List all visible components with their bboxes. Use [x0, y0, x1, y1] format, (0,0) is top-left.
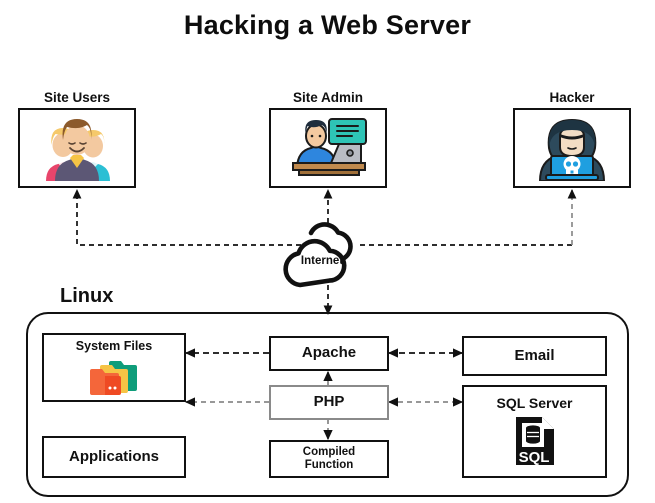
site-users-box[interactable]: [18, 108, 136, 188]
caption-hacker: Hacker: [549, 90, 595, 105]
sql-icon-text: SQL: [518, 449, 549, 466]
diagram-canvas: Hacking a Web Server Site Users Site Adm…: [0, 0, 655, 503]
node-apache-label: Apache: [301, 344, 357, 362]
node-compiled-function-label-line1: Compiled: [302, 446, 356, 459]
node-php-label: PHP: [313, 393, 345, 411]
hacker-box[interactable]: [513, 108, 631, 188]
node-sql-server[interactable]: SQL Server SQL: [462, 385, 607, 478]
internet-cloud[interactable]: Internet: [278, 228, 378, 286]
sql-database-file-icon: SQL: [515, 417, 554, 466]
admin-at-desk-icon: [292, 118, 367, 176]
linux-section-label: Linux: [60, 285, 114, 307]
hooded-hacker-icon: [538, 118, 606, 181]
node-sql-server-label: SQL Server: [496, 394, 573, 411]
node-system-files[interactable]: System Files: [42, 333, 186, 402]
folders-icon: [90, 360, 137, 395]
page-title: Hacking a Web Server: [183, 10, 472, 40]
caption-site-users: Site Users: [43, 90, 111, 105]
connector-internet-to-hacker: [360, 188, 577, 246]
site-admin-box[interactable]: [269, 108, 387, 188]
node-applications-label: Applications: [68, 447, 159, 465]
node-compiled-function[interactable]: Compiled Function: [269, 440, 389, 478]
group-of-people-icon: [46, 119, 110, 181]
node-email-label: Email: [514, 346, 555, 364]
internet-cloud-label: Internet: [300, 255, 344, 267]
node-apache[interactable]: Apache: [269, 336, 389, 371]
node-system-files-label: System Files: [75, 338, 153, 353]
caption-site-admin: Site Admin: [292, 90, 363, 105]
node-compiled-function-label-line2: Function: [304, 459, 354, 471]
node-applications[interactable]: Applications: [42, 436, 186, 478]
node-email[interactable]: Email: [462, 336, 607, 376]
node-php[interactable]: PHP: [269, 385, 389, 420]
